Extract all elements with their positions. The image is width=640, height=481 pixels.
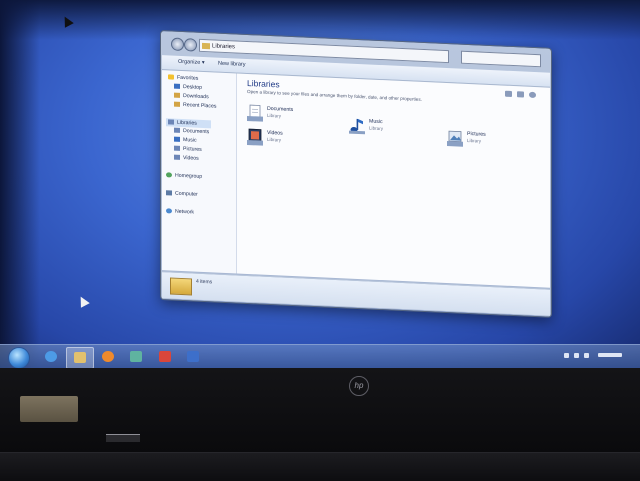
- forward-arrow-icon[interactable]: [184, 38, 197, 52]
- nav-network[interactable]: Network: [166, 208, 194, 215]
- volume-icon[interactable]: [584, 353, 589, 358]
- nav-pictures[interactable]: Pictures: [174, 146, 202, 153]
- nav-homegroup[interactable]: Homegroup: [166, 172, 202, 180]
- pictures-library-icon: [447, 129, 463, 148]
- clock[interactable]: [598, 353, 622, 357]
- screen-shadow-top: [0, 0, 640, 40]
- page-subtitle: Open a library to see your files and arr…: [247, 89, 422, 102]
- new-library-button[interactable]: New library: [218, 61, 246, 68]
- network-tool-icon[interactable]: [180, 347, 206, 367]
- page-title: Libraries: [247, 78, 280, 89]
- library-folder-icon: [202, 43, 210, 49]
- bezel-sticker: [20, 396, 78, 422]
- tray-arrow-icon[interactable]: [564, 353, 569, 358]
- explorer-window[interactable]: Libraries Organize ▾ New library Favorit…: [160, 30, 552, 318]
- preview-pane-icon[interactable]: [517, 91, 524, 97]
- music-library-icon: [349, 117, 365, 136]
- system-tray[interactable]: [560, 351, 630, 363]
- music-icon: [174, 137, 180, 142]
- media-center-icon[interactable]: [123, 347, 149, 367]
- network-tray-icon[interactable]: [574, 353, 579, 358]
- libraries-content: Libraries Open a library to see your fil…: [237, 73, 550, 287]
- nav-recent-places[interactable]: Recent Places: [174, 102, 216, 110]
- media-player-icon[interactable]: [95, 347, 121, 367]
- taskbar: [0, 344, 640, 369]
- star-icon: [168, 74, 174, 79]
- hp-logo: hp: [349, 376, 369, 396]
- network-icon: [166, 208, 172, 213]
- back-arrow-icon[interactable]: [171, 37, 184, 51]
- screen-shadow-left: [0, 0, 40, 372]
- pictures-icon: [174, 146, 180, 151]
- nav-videos[interactable]: Videos: [174, 155, 199, 162]
- nav-music[interactable]: Music: [174, 137, 197, 144]
- documents-library-icon: [247, 104, 263, 123]
- mouse-cursor-icon: [76, 294, 90, 308]
- recent-places-icon: [174, 102, 180, 107]
- downloads-icon: [174, 93, 180, 98]
- navigation-pane: Favorites Desktop Downloads Recent Place…: [162, 70, 237, 273]
- homegroup-icon: [166, 172, 172, 177]
- nav-favorites[interactable]: Favorites: [168, 74, 198, 81]
- nav-libraries[interactable]: Libraries: [166, 118, 211, 128]
- item-count: 4 items: [196, 279, 212, 286]
- desktop-icon: [174, 84, 180, 89]
- nav-desktop[interactable]: Desktop: [174, 84, 202, 91]
- address-text: Libraries: [212, 43, 235, 50]
- keyboard-edge: [0, 452, 640, 481]
- organize-button[interactable]: Organize ▾: [178, 59, 205, 66]
- view-options-icon[interactable]: [505, 91, 512, 97]
- file-explorer-icon[interactable]: [66, 347, 94, 369]
- videos-icon: [174, 155, 180, 160]
- videos-library-icon: [247, 128, 263, 147]
- documents-icon: [174, 128, 180, 133]
- libraries-folder-icon: [170, 277, 192, 295]
- snipping-tool-icon[interactable]: [152, 347, 178, 367]
- search-input[interactable]: [461, 51, 541, 68]
- bezel-button-strip: [106, 434, 140, 442]
- laptop-screen: Libraries Organize ▾ New library Favorit…: [0, 0, 640, 372]
- nav-documents[interactable]: Documents: [174, 128, 209, 136]
- start-orb-icon[interactable]: [8, 347, 30, 369]
- libraries-icon: [168, 119, 174, 124]
- computer-icon: [166, 190, 172, 195]
- help-icon[interactable]: [529, 92, 536, 98]
- internet-explorer-icon[interactable]: [38, 347, 64, 367]
- nav-downloads[interactable]: Downloads: [174, 93, 209, 101]
- nav-computer[interactable]: Computer: [166, 190, 198, 197]
